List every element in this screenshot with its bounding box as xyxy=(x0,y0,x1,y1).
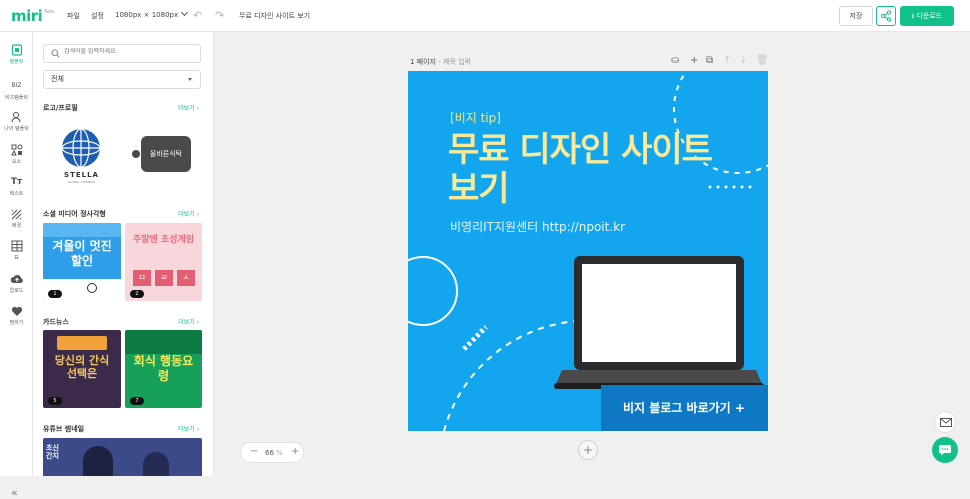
redo-icon[interactable]: ↷ xyxy=(215,9,224,22)
logo-subtext: GLOBAL COMPANY xyxy=(67,180,96,184)
thumb-badge: 5 xyxy=(48,397,62,405)
rail-item-my-template[interactable]: 나의 템플릿 xyxy=(0,111,33,132)
zoom-out-button[interactable]: − xyxy=(250,446,258,457)
move-down-icon[interactable]: ↓ xyxy=(739,55,747,66)
table-icon xyxy=(11,240,22,252)
thumb-badge: 2 xyxy=(130,290,144,298)
section-title-youtube: 유튜브 썸네일 xyxy=(43,425,85,433)
text-icon: Tт xyxy=(10,177,23,187)
document-title[interactable]: 무료 디자인 사이트 보기 xyxy=(239,11,310,21)
rail-item-favorites[interactable]: 찜하기 xyxy=(0,305,33,326)
template-thumb-logo-1[interactable]: STELLA GLOBAL COMPANY xyxy=(43,116,120,193)
template-thumb-card-2[interactable]: 회식 행동요령 7 xyxy=(125,330,202,408)
artwork-cta[interactable]: 비지 블로그 바로가기 + xyxy=(601,385,768,431)
section-title-social: 소셜 미디어 정사각형 xyxy=(43,210,106,218)
upload-icon xyxy=(10,275,23,284)
biz-icon: BIZ xyxy=(11,82,22,89)
template-icon xyxy=(11,44,22,56)
top-bar: miri Beta 파일 설정 1080px × 1080px ↶ ↷ 무료 디자… xyxy=(0,0,970,32)
thumb-text: 주말엔 초성게임 xyxy=(132,235,195,245)
rail-item-background[interactable]: 배경 xyxy=(0,208,33,229)
search-icon xyxy=(51,49,60,58)
page-label[interactable]: 1 페이지 - 제목 입력 xyxy=(410,57,471,67)
zoom-control: − 66 % + xyxy=(240,442,304,463)
template-panel: 전체 로고/프로필 더보기 › STELLA GLOBAL COMPANY 올바… xyxy=(33,32,214,476)
share-icon xyxy=(880,10,892,22)
thumb-text: 회식 행동요령 xyxy=(133,354,194,383)
more-link-cardnews[interactable]: 더보기 › xyxy=(178,317,199,326)
section-title-cardnews: 카드뉴스 xyxy=(43,318,69,326)
background-icon xyxy=(11,209,21,220)
add-page-icon[interactable]: + xyxy=(690,55,698,66)
template-thumb-social-1[interactable]: 겨울이 멋진 할인 1 xyxy=(43,223,121,301)
globe-logo-icon xyxy=(61,128,101,168)
move-up-icon[interactable]: ↑ xyxy=(723,55,731,66)
share-button[interactable] xyxy=(876,6,896,26)
menu-settings[interactable]: 설정 xyxy=(91,11,104,21)
more-link-social[interactable]: 더보기 › xyxy=(178,209,199,218)
thumb-text: 초신 간지 xyxy=(46,444,59,460)
category-filter[interactable]: 전체 xyxy=(43,70,201,89)
delete-page-icon[interactable]: 🗑 xyxy=(756,55,769,66)
zoom-in-button[interactable]: + xyxy=(291,446,299,457)
save-button[interactable]: 저장 xyxy=(839,6,873,26)
logo-text: 올바른식탁 xyxy=(149,150,183,158)
caret-down-icon xyxy=(188,78,192,81)
thumb-text: 겨울이 멋진 할인 xyxy=(52,239,112,268)
thumb-text: 당신의 간식 선택은 xyxy=(54,354,110,380)
thumb-tile: ㅁ xyxy=(133,270,151,286)
canvas-size-dropdown[interactable]: 1080px × 1080px xyxy=(115,8,189,19)
design-canvas[interactable]: [비지 tip] 무료 디자인 사이트 보기 비영리IT지원센터 http://n… xyxy=(408,71,768,431)
mail-icon xyxy=(940,418,952,427)
chat-icon xyxy=(939,445,951,456)
download-button[interactable]: ⭳ 다운로드 xyxy=(900,6,954,26)
artwork-subline[interactable]: 비영리IT지원센터 http://npoit.kr xyxy=(450,218,625,235)
template-thumb-social-2[interactable]: 주말엔 초성게임 ㅁ ㄹ ㅅ 2 xyxy=(125,223,202,301)
paint-bucket-icon[interactable]: ⛀ xyxy=(671,55,679,66)
rail-item-table[interactable]: 표 xyxy=(0,240,33,261)
rail-item-text[interactable]: Tт 텍스트 xyxy=(0,176,33,197)
chevron-down-icon xyxy=(181,8,189,17)
duplicate-page-icon[interactable]: ⧉ xyxy=(706,55,713,66)
rail-item-biz-template[interactable]: BIZ 비즈템플릿 xyxy=(0,80,33,101)
menu-file[interactable]: 파일 xyxy=(67,11,80,21)
search-input[interactable] xyxy=(64,48,194,55)
laptop-illustration xyxy=(554,256,764,389)
thumb-badge: 7 xyxy=(130,397,144,405)
logo-name: STELLA xyxy=(64,171,99,179)
my-template-icon xyxy=(10,111,21,123)
add-page-button[interactable]: + xyxy=(578,440,598,460)
thumb-tile: ㅅ xyxy=(177,270,195,286)
undo-icon[interactable]: ↶ xyxy=(193,9,202,22)
elements-icon xyxy=(10,144,22,156)
more-link-youtube[interactable]: 더보기 › xyxy=(178,424,199,433)
rail-item-elements[interactable]: 요소 xyxy=(0,144,33,165)
artwork-tag[interactable]: [비지 tip] xyxy=(450,109,501,126)
template-thumb-card-1[interactable]: 당신의 간식 선택은 5 xyxy=(43,330,121,408)
mail-button[interactable] xyxy=(934,411,956,433)
collapse-panel-icon[interactable]: « xyxy=(11,486,18,499)
thumb-tile: ㄹ xyxy=(155,270,173,286)
search-box[interactable] xyxy=(43,44,201,63)
template-thumb-youtube-1[interactable]: 초신 간지 xyxy=(43,438,202,476)
template-thumb-logo-2[interactable]: 올바른식탁 xyxy=(125,116,202,193)
artwork-headline[interactable]: 무료 디자인 사이트 보기 xyxy=(448,131,713,209)
zoom-value[interactable]: 66 % xyxy=(265,449,283,457)
left-rail: 템플릿 BIZ 비즈템플릿 나의 템플릿 요소 Tт 텍스트 배경 표 업로드 … xyxy=(0,32,33,499)
section-title-logo: 로고/프로필 xyxy=(43,104,78,112)
thumb-badge: 1 xyxy=(48,290,62,298)
app-logo[interactable]: miri Beta xyxy=(11,7,54,25)
heart-icon xyxy=(11,306,22,316)
rail-item-upload[interactable]: 업로드 xyxy=(0,273,33,294)
more-link-logo[interactable]: 더보기 › xyxy=(178,103,199,112)
chat-button[interactable] xyxy=(932,437,958,463)
rail-item-template[interactable]: 템플릿 xyxy=(0,44,33,65)
